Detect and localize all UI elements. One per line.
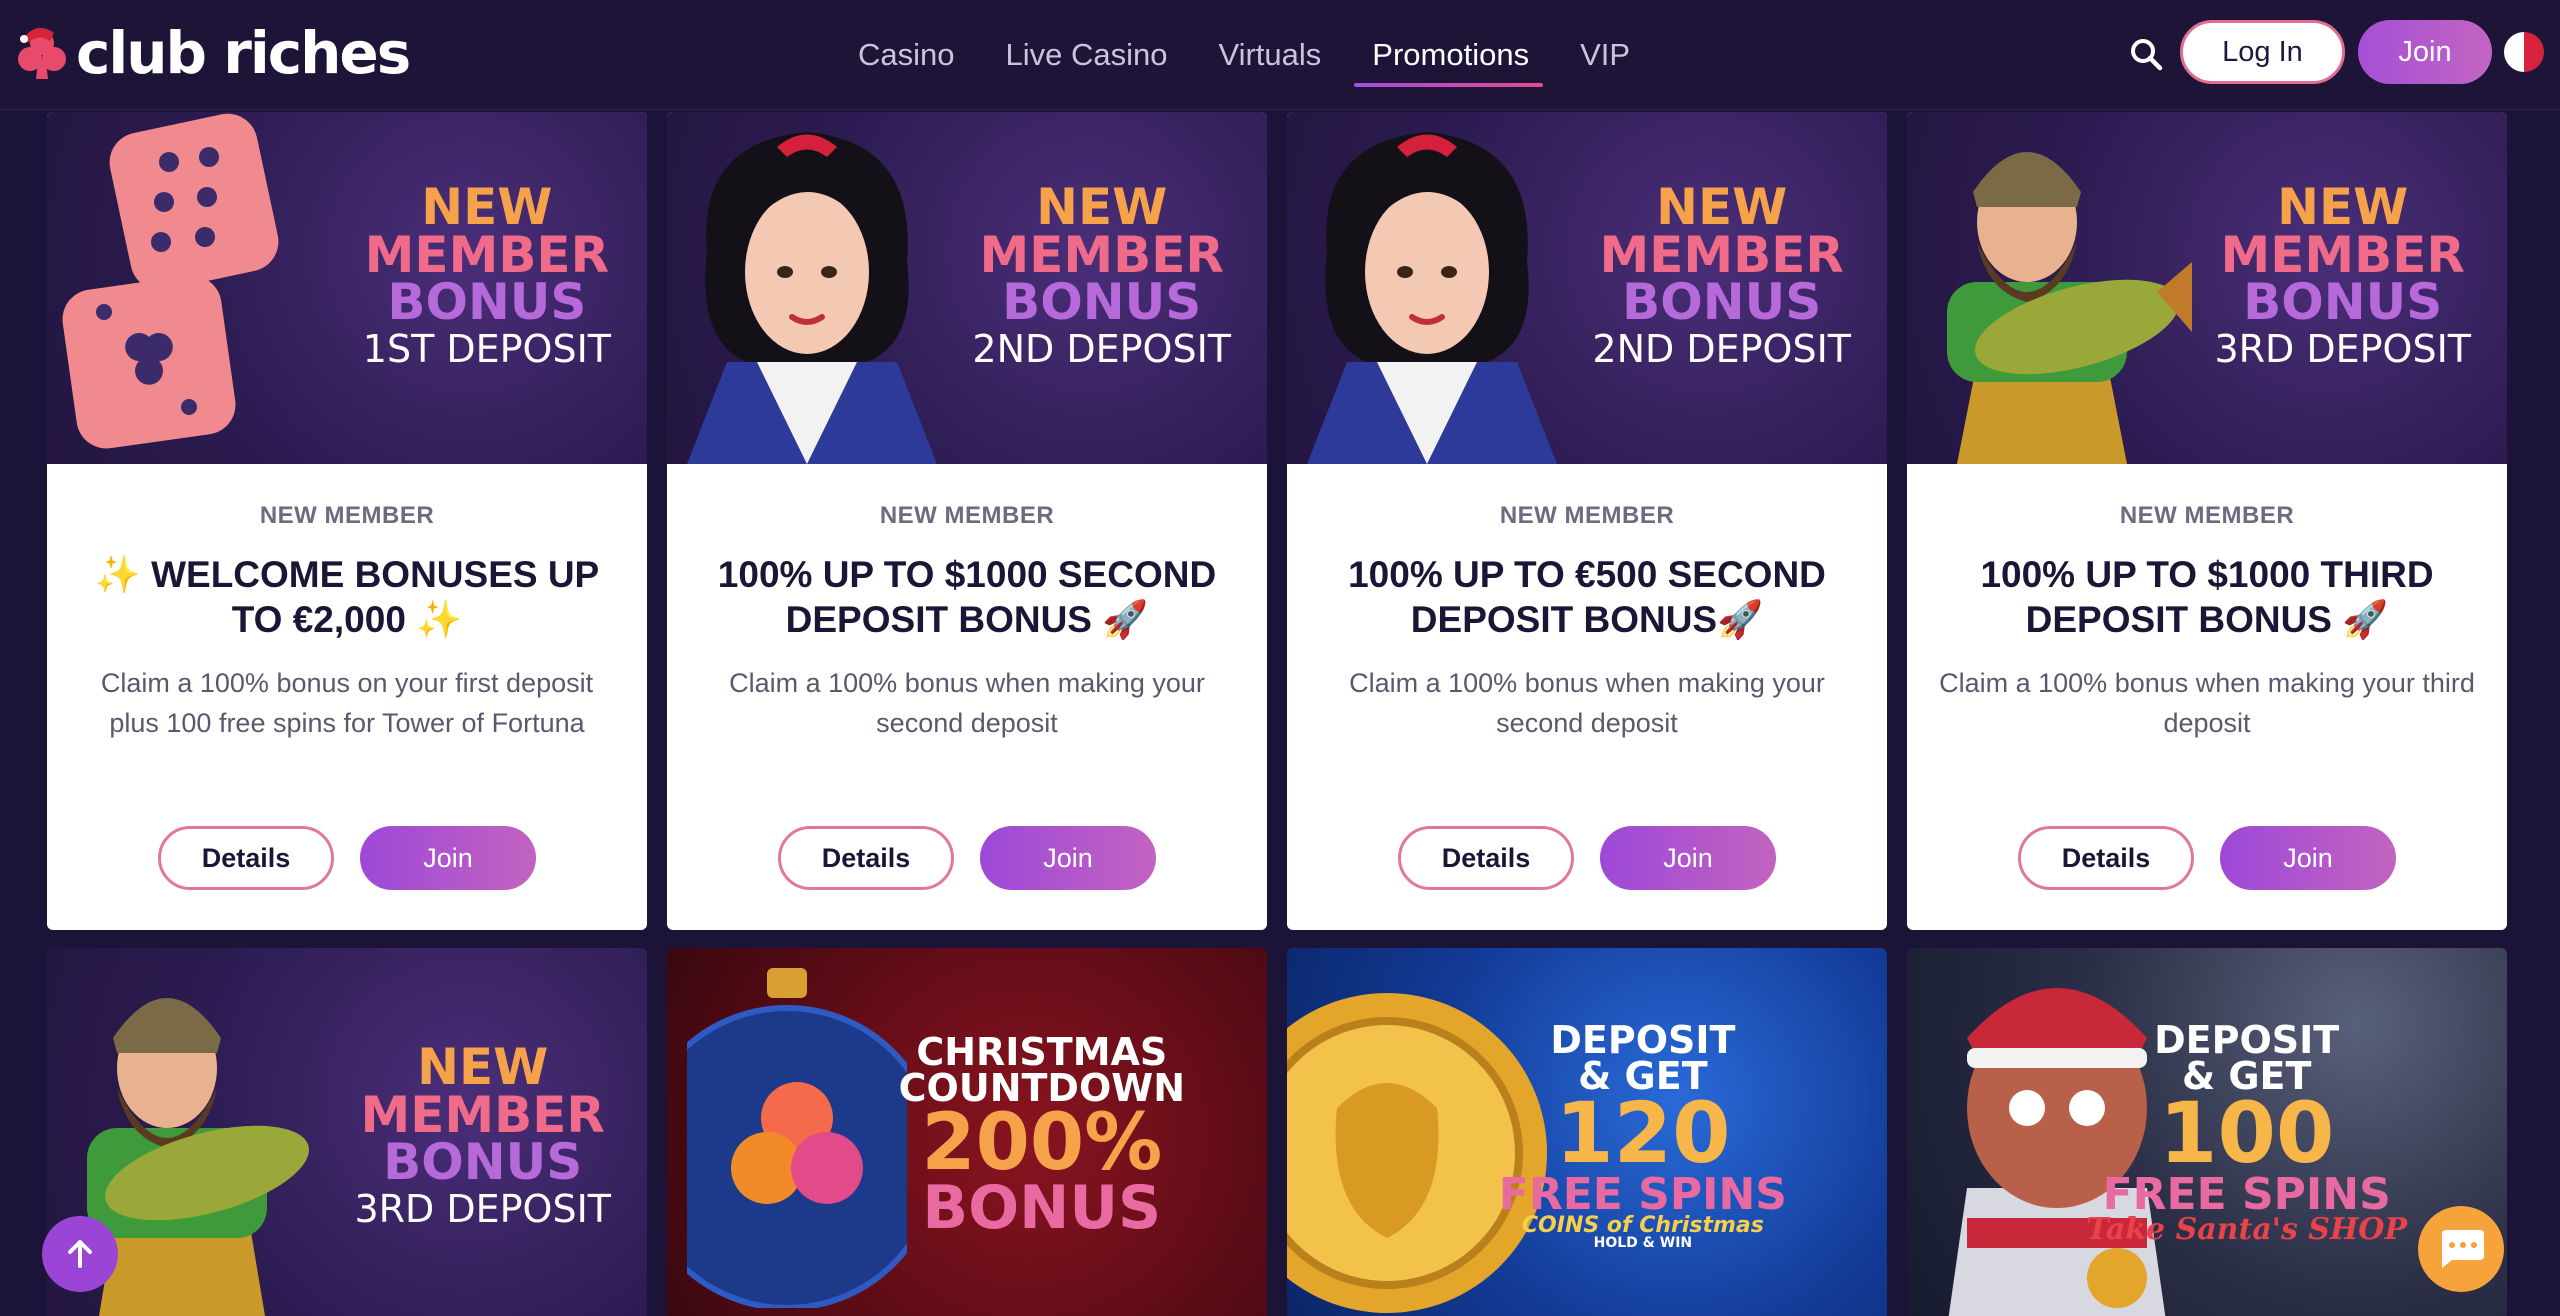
logo-club-icon: [18, 27, 66, 79]
nav-virtuals[interactable]: Virtuals: [1218, 0, 1321, 110]
promo-title: 100% UP TO €500 SECOND DEPOSIT BONUS🚀: [1348, 554, 1826, 641]
join-button[interactable]: Join: [2220, 826, 2396, 890]
fisherman-illustration: [1947, 152, 2192, 464]
promo-card: NEW MEMBER BONUS 2ND DEPOSIT NEW MEMBER …: [667, 112, 1267, 930]
banner-text: NEW MEMBER BONUS 2ND DEPOSIT: [1592, 178, 1851, 371]
banner-text: CHRISTMAS COUNTDOWN 200% BONUS: [898, 1030, 1185, 1244]
nav-promotions[interactable]: Promotions: [1354, 0, 1543, 110]
nav-vip[interactable]: VIP: [1580, 0, 1630, 110]
promo-description: Claim a 100% bonus when making your seco…: [729, 668, 1205, 738]
promo-card: NEW MEMBER BONUS 1ST DEPOSIT NEW MEMBER …: [47, 112, 647, 930]
chat-icon: [2442, 1230, 2484, 1268]
nav-casino[interactable]: Casino: [858, 0, 955, 110]
character-illustration: [1307, 132, 1557, 464]
search-icon[interactable]: [2126, 34, 2166, 74]
promo-tag: NEW MEMBER: [1499, 502, 1675, 529]
banner-text: NEW MEMBER BONUS 3RD DEPOSIT: [2214, 178, 2471, 371]
scroll-to-top-button[interactable]: [42, 1216, 118, 1292]
chat-button[interactable]: [2418, 1206, 2504, 1292]
flag-icon[interactable]: [2504, 32, 2544, 72]
arrow-up-icon: [68, 1240, 92, 1268]
banner-text: NEW MEMBER BONUS 1ST DEPOSIT: [362, 178, 611, 371]
brand-logo[interactable]: club riches: [12, 19, 411, 87]
main-nav: Casino Live Casino Virtuals Promotions V…: [858, 0, 1681, 110]
promo-banner[interactable]: NEW MEMBER BONUS 2ND DEPOSIT: [1287, 112, 1887, 464]
promo-title: 100% UP TO $1000 SECOND DEPOSIT BONUS 🚀: [717, 554, 1217, 641]
promo-banner[interactable]: CHRISTMAS COUNTDOWN 200% BONUS: [667, 948, 1267, 1316]
top-header: club riches Casino Live Casino Virtuals …: [0, 0, 2560, 110]
promo-description: Claim a 100% bonus when making your thir…: [1939, 668, 2475, 738]
promo-tag: NEW MEMBER: [2119, 502, 2295, 529]
promo-title: ✨ WELCOME BONUSES UP TO €2,000 ✨: [94, 554, 600, 641]
banner-text: NEW MEMBER BONUS 3RD DEPOSIT: [354, 1038, 611, 1231]
header-join-button[interactable]: Join: [2358, 20, 2492, 84]
promo-card: NEW MEMBER BONUS 2ND DEPOSIT NEW MEMBER …: [1287, 112, 1887, 930]
login-button[interactable]: Log In: [2180, 20, 2345, 84]
banner-text: DEPOSIT & GET 120 FREE SPINS COINS of Ch…: [1498, 1018, 1787, 1251]
promo-description: Claim a 100% bonus on your first deposit…: [100, 668, 594, 738]
promo-description: Claim a 100% bonus when making your seco…: [1349, 668, 1825, 738]
promo-tag: NEW MEMBER: [259, 502, 435, 529]
details-button[interactable]: Details: [778, 826, 954, 890]
promo-banner[interactable]: NEW MEMBER BONUS 2ND DEPOSIT: [667, 112, 1267, 464]
promo-title: 100% UP TO $1000 THIRD DEPOSIT BONUS 🚀: [1980, 554, 2434, 641]
details-button[interactable]: Details: [2018, 826, 2194, 890]
promo-banner[interactable]: NEW MEMBER BONUS 3RD DEPOSIT: [47, 948, 647, 1316]
ornament-icon: [687, 968, 907, 1308]
join-button[interactable]: Join: [360, 826, 536, 890]
banner-text: NEW MEMBER BONUS 2ND DEPOSIT: [972, 178, 1231, 371]
banner-text: DEPOSIT & GET 100 FREE SPINS Take Santa'…: [2086, 1018, 2407, 1247]
character-illustration: [687, 132, 937, 464]
dice-icon: [62, 113, 279, 449]
join-button[interactable]: Join: [1600, 826, 1776, 890]
join-button[interactable]: Join: [980, 826, 1156, 890]
brand-name: club riches: [76, 19, 411, 87]
promo-banner[interactable]: DEPOSIT & GET 100 FREE SPINS Take Santa'…: [1907, 948, 2507, 1316]
promo-card: NEW MEMBER BONUS 3RD DEPOSIT NEW MEMBER …: [1907, 112, 2507, 930]
promo-tag: NEW MEMBER: [879, 502, 1055, 529]
nav-live-casino[interactable]: Live Casino: [1006, 0, 1168, 110]
promo-banner[interactable]: NEW MEMBER BONUS 1ST DEPOSIT: [47, 112, 647, 464]
details-button[interactable]: Details: [1398, 826, 1574, 890]
promo-banner[interactable]: NEW MEMBER BONUS 3RD DEPOSIT: [1907, 112, 2507, 464]
promo-banner[interactable]: DEPOSIT & GET 120 FREE SPINS COINS of Ch…: [1287, 948, 1887, 1316]
details-button[interactable]: Details: [158, 826, 334, 890]
